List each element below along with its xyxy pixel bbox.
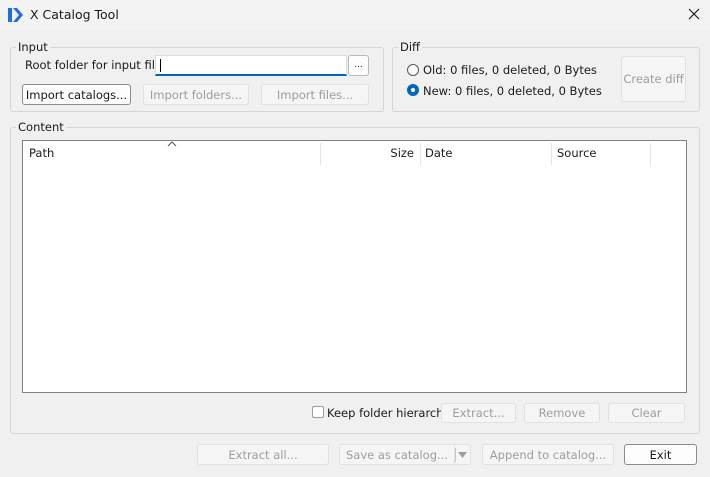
- old-radio-label[interactable]: Old: 0 files, 0 deleted, 0 Bytes: [423, 63, 597, 77]
- source-header-label: Source: [557, 146, 597, 160]
- keep-folder-hierarchy-label[interactable]: Keep folder hierarchy: [327, 406, 450, 420]
- import-files-label: Import files...: [276, 87, 354, 102]
- root-folder-label: Root folder for input files:: [25, 58, 172, 72]
- window-title: X Catalog Tool: [30, 7, 119, 22]
- import-files-button[interactable]: Import files...: [261, 84, 369, 105]
- close-icon: [688, 8, 700, 20]
- split-divider: [455, 448, 456, 462]
- root-folder-input[interactable]: [155, 55, 347, 76]
- path-header-label: Path: [29, 146, 55, 160]
- import-folders-label: Import folders...: [149, 87, 243, 102]
- create-diff-label: Create diff: [623, 72, 684, 86]
- column-separator[interactable]: [420, 143, 421, 165]
- sort-ascending-icon: [167, 139, 177, 150]
- old-radio[interactable]: [407, 64, 419, 76]
- append-to-catalog-label: Append to catalog...: [489, 447, 607, 462]
- save-as-catalog-dropdown[interactable]: [454, 444, 471, 465]
- column-header-source[interactable]: Source: [557, 141, 649, 165]
- exit-label: Exit: [649, 447, 672, 462]
- date-header-label: Date: [425, 146, 453, 160]
- clear-label: Clear: [631, 406, 662, 420]
- column-header-size[interactable]: Size: [321, 141, 414, 165]
- import-folders-button[interactable]: Import folders...: [143, 84, 249, 105]
- save-as-catalog-label: Save as catalog...: [345, 447, 448, 462]
- content-group-title: Content: [16, 120, 66, 134]
- browse-button-label: ...: [354, 60, 363, 70]
- extract-button[interactable]: Extract...: [441, 403, 516, 423]
- append-to-catalog-button[interactable]: Append to catalog...: [482, 444, 614, 465]
- extract-label: Extract...: [452, 406, 505, 420]
- exit-button[interactable]: Exit: [624, 444, 697, 465]
- extract-all-button[interactable]: Extract all...: [197, 444, 329, 465]
- content-table[interactable]: Path Size Date Source: [22, 140, 687, 393]
- new-radio[interactable]: [407, 84, 419, 96]
- browse-folder-button[interactable]: ...: [348, 55, 369, 76]
- remove-label: Remove: [538, 406, 586, 420]
- extract-all-label: Extract all...: [228, 447, 298, 462]
- text-caret: [160, 59, 161, 72]
- import-catalogs-button[interactable]: Import catalogs...: [22, 84, 131, 105]
- save-as-catalog-button[interactable]: Save as catalog...: [339, 444, 454, 465]
- dropdown-arrow-icon: [458, 451, 467, 458]
- new-radio-label[interactable]: New: 0 files, 0 deleted, 0 Bytes: [423, 84, 602, 98]
- import-catalogs-label: Import catalogs...: [25, 87, 128, 102]
- x-catalog-logo-icon: [8, 7, 24, 23]
- column-separator[interactable]: [551, 143, 552, 165]
- input-group-title: Input: [16, 40, 50, 54]
- column-header-date[interactable]: Date: [425, 141, 550, 165]
- remove-button[interactable]: Remove: [524, 403, 600, 423]
- clear-button[interactable]: Clear: [608, 403, 685, 423]
- close-button[interactable]: [682, 3, 706, 25]
- size-header-label: Size: [390, 146, 414, 160]
- column-separator[interactable]: [650, 143, 651, 165]
- diff-group-title: Diff: [398, 40, 422, 54]
- create-diff-button[interactable]: Create diff: [621, 56, 686, 102]
- keep-folder-hierarchy-checkbox[interactable]: [312, 406, 324, 418]
